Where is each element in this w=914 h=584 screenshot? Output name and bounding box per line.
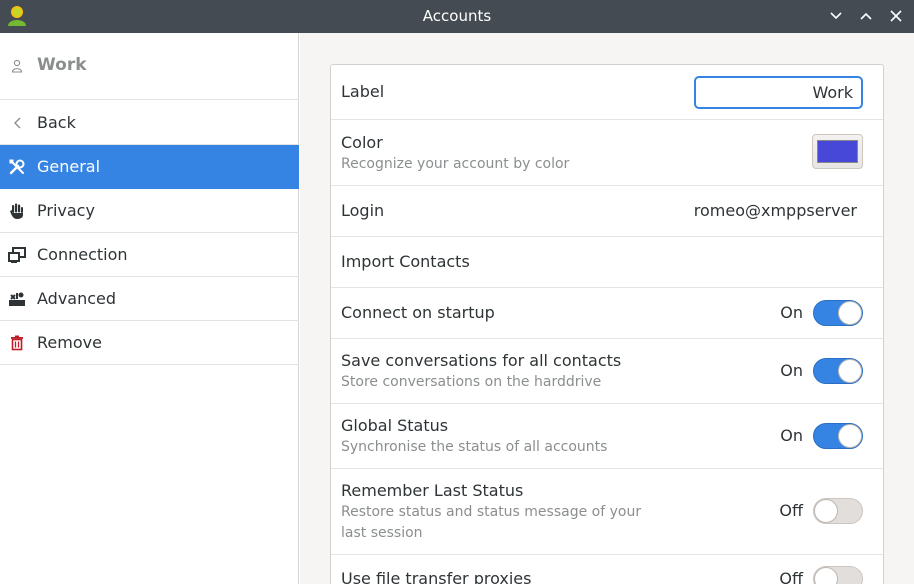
title-bar: Accounts: [0, 0, 914, 33]
sidebar-item-remove[interactable]: Remove: [0, 321, 299, 365]
global-status-row: Global Status Synchronise the status of …: [331, 404, 883, 469]
account-name: Work: [37, 55, 87, 75]
import-contacts-row[interactable]: Import Contacts: [331, 237, 883, 288]
color-title: Color: [341, 133, 383, 152]
window-title: Accounts: [422, 7, 492, 25]
sidebar-item-back[interactable]: Back: [0, 101, 299, 145]
close-button[interactable]: [884, 4, 908, 28]
file-transfer-proxies-title: Use file transfer proxies: [341, 569, 532, 584]
advanced-icon: [8, 290, 26, 308]
connect-on-startup-row: Connect on startup On: [331, 288, 883, 339]
chevron-up-icon: [860, 12, 872, 20]
close-icon: [890, 10, 902, 22]
label-title: Label: [341, 82, 385, 101]
minimize-button[interactable]: [824, 4, 848, 28]
save-conversations-row: Save conversations for all contacts Stor…: [331, 339, 883, 404]
remember-last-status-subtitle: Restore status and status message of you…: [341, 504, 642, 541]
sidebar-item-privacy[interactable]: Privacy: [0, 189, 299, 233]
chevron-down-icon: [830, 12, 842, 20]
import-contacts-title: Import Contacts: [341, 252, 470, 271]
settings-content: Label Color Recognize your account by co…: [300, 33, 914, 584]
color-picker-button[interactable]: [812, 134, 863, 169]
sidebar-item-label: Privacy: [37, 201, 95, 220]
login-value: romeo@xmppserver: [693, 201, 857, 220]
trash-icon: [8, 334, 26, 352]
global-status-title: Global Status: [341, 416, 449, 435]
sidebar-item-label: Advanced: [37, 289, 117, 308]
save-conversations-subtitle: Store conversations on the harddrive: [341, 374, 602, 390]
sidebar-item-label: Back: [37, 113, 76, 132]
remember-last-status-row: Remember Last Status Restore status and …: [331, 469, 883, 555]
sidebar-item-advanced[interactable]: Advanced: [0, 277, 299, 321]
save-conversations-title: Save conversations for all contacts: [341, 351, 622, 370]
sidebar-item-label: Remove: [37, 333, 102, 352]
sidebar-item-label: Connection: [37, 245, 128, 264]
global-status-subtitle: Synchronise the status of all accounts: [341, 439, 608, 455]
connect-on-startup-state: On: [780, 303, 803, 322]
settings-list: Label Color Recognize your account by co…: [330, 64, 884, 584]
label-row: Label: [331, 65, 883, 120]
sidebar-item-general[interactable]: General: [0, 145, 299, 189]
login-title: Login: [341, 201, 385, 220]
account-header: Work: [0, 33, 299, 100]
file-transfer-proxies-row: Use file transfer proxies Off: [331, 555, 883, 584]
color-row: Color Recognize your account by color: [331, 120, 883, 186]
maximize-button[interactable]: [854, 4, 878, 28]
connect-on-startup-toggle[interactable]: [813, 300, 863, 326]
global-status-state: On: [780, 426, 803, 445]
save-conversations-toggle[interactable]: [813, 358, 863, 384]
user-icon: [11, 59, 23, 73]
sidebar-item-connection[interactable]: Connection: [0, 233, 299, 277]
sidebar-item-label: General: [37, 157, 101, 176]
connect-on-startup-title: Connect on startup: [341, 303, 495, 322]
sidebar: Work Back General Privacy Connection Adv…: [0, 33, 299, 584]
login-row: Login romeo@xmppserver: [331, 186, 883, 237]
network-icon: [8, 246, 26, 264]
color-subtitle: Recognize your account by color: [341, 156, 570, 172]
chevron-left-icon: [8, 114, 26, 132]
tools-icon: [8, 158, 26, 176]
file-transfer-proxies-state: Off: [779, 569, 803, 584]
remember-last-status-state: Off: [779, 501, 803, 520]
save-conversations-state: On: [780, 361, 803, 380]
remember-last-status-title: Remember Last Status: [341, 481, 524, 500]
color-swatch: [817, 140, 858, 163]
file-transfer-proxies-toggle[interactable]: [813, 566, 863, 584]
hand-icon: [8, 202, 26, 220]
global-status-toggle[interactable]: [813, 423, 863, 449]
label-input[interactable]: [694, 76, 863, 109]
remember-last-status-toggle[interactable]: [813, 498, 863, 524]
